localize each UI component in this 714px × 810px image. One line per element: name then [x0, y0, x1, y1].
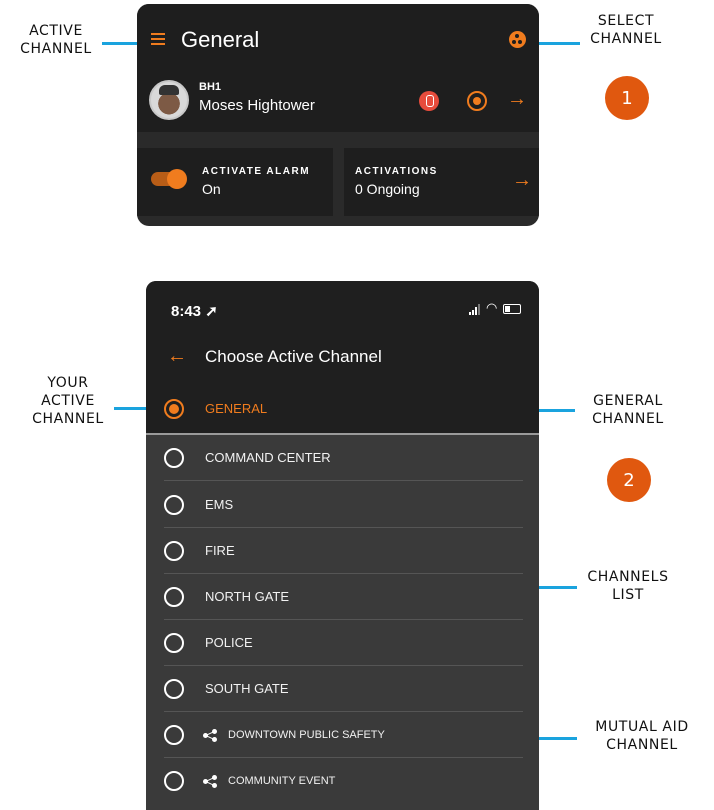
alarm-caption: ACTIVATE ALARM — [202, 166, 311, 177]
channel-label: COMMAND CENTER — [205, 450, 331, 465]
status-time: 8:43 ➚ — [171, 303, 218, 320]
step-badge-1: 1 — [605, 76, 649, 120]
channel-label: NORTH GATE — [205, 589, 290, 604]
radio-selected-icon[interactable] — [164, 399, 184, 419]
arrow-right-icon[interactable]: → — [512, 169, 532, 192]
share-icon — [203, 729, 217, 742]
radio-icon[interactable] — [164, 587, 184, 607]
active-channel-title: General — [181, 27, 260, 52]
radio-icon[interactable] — [164, 725, 184, 745]
activate-alarm-card[interactable]: ACTIVATE ALARM On — [137, 148, 333, 216]
avatar[interactable] — [149, 80, 189, 120]
channel-row-police[interactable]: POLICE — [146, 620, 539, 666]
channel-label: DOWNTOWN PUBLIC SAFETY — [228, 729, 385, 741]
channel-label: COMMUNITY EVENT — [228, 775, 336, 787]
channel-row-ems[interactable]: EMS — [146, 482, 539, 528]
menu-icon[interactable] — [151, 33, 165, 45]
target-icon[interactable] — [467, 91, 487, 111]
screen-title: Choose Active Channel — [205, 347, 382, 366]
channel-row-downtown-public-safety[interactable]: DOWNTOWN PUBLIC SAFETY — [146, 712, 539, 758]
annotation-channels-list: CHANNELS LIST — [587, 569, 669, 603]
channel-row-community-event[interactable]: COMMUNITY EVENT — [146, 758, 539, 804]
radio-icon[interactable] — [164, 633, 184, 653]
share-icon — [203, 775, 217, 788]
channel-row-south-gate[interactable]: SOUTH GATE — [146, 666, 539, 712]
channel-label: EMS — [205, 497, 234, 512]
annotation-general-channel: GENERAL CHANNEL — [592, 393, 664, 427]
activations-value: 0 Ongoing — [355, 181, 420, 197]
row-divider — [164, 480, 523, 481]
radio-icon[interactable] — [164, 448, 184, 468]
alarm-toggle[interactable] — [151, 169, 187, 189]
user-name: Moses Hightower — [199, 97, 315, 114]
alarm-value: On — [202, 181, 221, 197]
battery-icon — [503, 304, 521, 314]
activations-caption: ACTIVATIONS — [355, 166, 438, 177]
radio-icon[interactable] — [164, 771, 184, 791]
home-header: General BH1 Moses Hightower → — [137, 4, 539, 132]
annotation-active-channel: ACTIVE CHANNEL — [20, 23, 92, 57]
channel-row-command-center[interactable]: COMMAND CENTER — [146, 435, 539, 481]
medal-icon[interactable] — [419, 91, 439, 111]
back-arrow-icon[interactable]: ← — [167, 345, 187, 368]
radio-icon[interactable] — [164, 679, 184, 699]
status-icons: ◠ — [469, 300, 523, 315]
channel-row-fire[interactable]: FIRE — [146, 528, 539, 574]
user-id: BH1 — [199, 81, 222, 93]
activations-card[interactable]: ACTIVATIONS 0 Ongoing → — [344, 148, 539, 216]
home-screen: General BH1 Moses Hightower → ACTIVATE A… — [137, 4, 539, 226]
channel-label: FIRE — [205, 543, 235, 558]
signal-icon — [469, 304, 481, 315]
channel-label: POLICE — [205, 635, 253, 650]
annotation-select-channel: SELECT CHANNEL — [590, 13, 662, 47]
channel-row-north-gate[interactable]: NORTH GATE — [146, 574, 539, 620]
choose-channel-screen: 8:43 ➚ ◠ ← Choose Active Channel GENERAL… — [146, 281, 539, 810]
annotation-mutual-aid-channel: MUTUAL AID CHANNEL — [595, 719, 689, 753]
channel-select-icon[interactable] — [509, 31, 526, 48]
step-badge-2: 2 — [607, 458, 651, 502]
channel-screen-header: 8:43 ➚ ◠ ← Choose Active Channel GENERAL — [146, 281, 539, 434]
wifi-icon: ◠ — [486, 300, 498, 315]
annotation-your-active-channel: YOUR ACTIVE CHANNEL — [32, 375, 104, 427]
channel-label: GENERAL — [205, 401, 268, 416]
channel-label: SOUTH GATE — [205, 681, 289, 696]
radio-icon[interactable] — [164, 495, 184, 515]
arrow-right-icon[interactable]: → — [507, 88, 527, 111]
radio-icon[interactable] — [164, 541, 184, 561]
channel-row-general[interactable]: GENERAL — [146, 386, 539, 432]
